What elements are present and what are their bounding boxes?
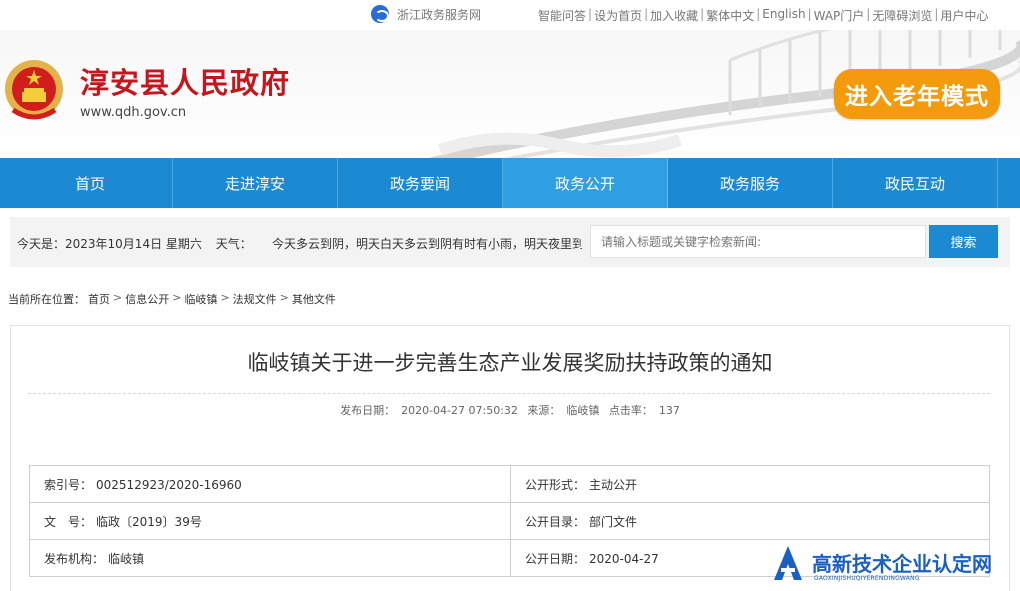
zhejiang-service-link[interactable]: 浙江政务服务网 [371, 5, 481, 23]
weather-ticker: 今天多云到阴，明天白天多云到阴有时有小雨，明天夜里到 [272, 237, 582, 251]
breadcrumb-separator: > [172, 291, 182, 304]
breadcrumb-regulations[interactable]: 法规文件 [233, 291, 277, 307]
index-value: 002512923/2020-16960 [96, 477, 242, 492]
divider: | [644, 7, 649, 21]
site-url: www.qdh.gov.cn [80, 105, 187, 120]
watermark-subtext: GAOXINJISHUQIYERENDINGWANG [814, 575, 920, 582]
org-cell: 发布机构： 临岐镇 [29, 539, 511, 577]
breadcrumb-home[interactable]: 首页 [88, 291, 110, 307]
form-label: 公开形式： [525, 477, 586, 492]
org-value: 临岐镇 [108, 551, 145, 566]
directory-label: 公开目录： [525, 514, 586, 529]
title-divider [28, 393, 990, 394]
nav-item-news[interactable]: 政务要闻 [338, 158, 503, 208]
top-link-wap[interactable]: WAP门户 [814, 7, 865, 24]
doc-number-cell: 文 号： 临政〔2019〕39号 [29, 502, 511, 540]
table-row: 索引号： 002512923/2020-16960 公开形式： 主动公开 [29, 465, 990, 503]
open-date-value: 2020-04-27 [589, 551, 659, 566]
breadcrumb-info-open[interactable]: 信息公开 [125, 291, 169, 307]
divider: | [866, 7, 871, 21]
nav-item-home[interactable]: 首页 [8, 158, 173, 208]
doc-number-label: 文 号： [44, 514, 93, 529]
top-links: 智能问答 | 设为首页 | 加入收藏 | 繁体中文 | English | WAP门户 | … [538, 7, 988, 24]
source-label: 来源： [527, 404, 561, 417]
breadcrumb-separator: > [220, 291, 230, 304]
zhejiang-logo-icon [371, 5, 389, 23]
nav-item-gov-open[interactable]: 政务公开 [503, 158, 668, 208]
watermark-text: 高新技术企业认定网 [812, 552, 992, 576]
top-link-homepage[interactable]: 设为首页 [594, 7, 642, 24]
site-title[interactable]: 淳安县人民政府 [80, 60, 290, 102]
nav-item-services[interactable]: 政务服务 [668, 158, 833, 208]
breadcrumb-separator: > [279, 291, 289, 304]
elder-mode-button[interactable]: 进入老年模式 [834, 69, 1000, 119]
today-date-text: 今天是：2023年10月14日 星期六 [17, 237, 202, 251]
today-date: 今天是：2023年10月14日 星期六 天气： [17, 235, 252, 252]
top-link-accessible[interactable]: 无障碍浏览 [872, 7, 932, 24]
breadcrumb-separator: > [113, 291, 123, 304]
watermark: 高新技术企业认定网 GAOXINJISHUQIYERENDINGWANG [770, 542, 1020, 591]
divider: | [700, 7, 705, 21]
breadcrumb-other-files[interactable]: 其他文件 [292, 291, 336, 307]
search-button[interactable]: 搜索 [929, 225, 998, 258]
breadcrumb-linqi[interactable]: 临岐镇 [184, 291, 217, 307]
article-meta: 发布日期： 2020-04-27 07:50:32 来源： 临岐镇 点击率： 137 [0, 402, 1020, 418]
nav-item-interaction[interactable]: 政民互动 [833, 158, 998, 208]
top-link-traditional[interactable]: 繁体中文 [706, 7, 754, 24]
top-link-user-center[interactable]: 用户中心 [940, 7, 988, 24]
site-header: 淳安县人民政府 www.qdh.gov.cn 进入老年模式 [0, 30, 1020, 158]
divider: | [807, 7, 812, 21]
breadcrumb-prefix: 当前所在位置： [8, 293, 85, 306]
divider: | [934, 7, 939, 21]
doc-number-value: 临政〔2019〕39号 [96, 514, 202, 529]
open-date-label: 公开日期： [525, 551, 586, 566]
top-link-favorite[interactable]: 加入收藏 [650, 7, 698, 24]
article-title: 临岐镇关于进一步完善生态产业发展奖励扶持政策的通知 [247, 351, 773, 375]
top-bar: 浙江政务服务网 智能问答 | 设为首页 | 加入收藏 | 繁体中文 | English |… [0, 0, 1020, 30]
info-bar: 今天是：2023年10月14日 星期六 天气： 今天多云到阴，明天白天多云到阴有… [10, 217, 1010, 267]
org-label: 发布机构： [44, 551, 105, 566]
publish-date: 2020-04-27 07:50:32 [401, 404, 518, 417]
top-link-qa[interactable]: 智能问答 [538, 7, 586, 24]
divider: | [588, 7, 593, 21]
page: 浙江政务服务网 智能问答 | 设为首页 | 加入收藏 | 繁体中文 | English |… [0, 0, 1020, 591]
weather-label: 天气： [215, 237, 252, 251]
main-nav: 首页 走进淳安 政务要闻 政务公开 政务服务 政民互动 [0, 158, 1020, 208]
hits-count: 137 [658, 404, 680, 417]
search-input[interactable] [590, 225, 926, 258]
directory-value: 部门文件 [589, 514, 638, 529]
form-value: 主动公开 [589, 477, 638, 492]
watermark-logo-icon [774, 546, 802, 580]
index-label: 索引号： [44, 477, 93, 492]
zhejiang-service-label: 浙江政务服务网 [397, 7, 482, 22]
publish-date-label: 发布日期： [340, 404, 396, 417]
breadcrumb: 当前所在位置： 首页 > 信息公开 > 临岐镇 > 法规文件 > 其他文件 [8, 291, 336, 307]
divider: | [756, 7, 761, 21]
source-value: 临岐镇 [566, 404, 600, 417]
national-emblem-logo [5, 60, 63, 120]
top-link-english[interactable]: English [762, 7, 805, 24]
form-cell: 公开形式： 主动公开 [510, 465, 990, 503]
nav-item-about[interactable]: 走进淳安 [173, 158, 338, 208]
directory-cell: 公开目录： 部门文件 [510, 502, 990, 540]
index-cell: 索引号： 002512923/2020-16960 [29, 465, 511, 503]
table-row: 文 号： 临政〔2019〕39号 公开目录： 部门文件 [29, 502, 990, 540]
hits-label: 点击率： [608, 404, 653, 417]
